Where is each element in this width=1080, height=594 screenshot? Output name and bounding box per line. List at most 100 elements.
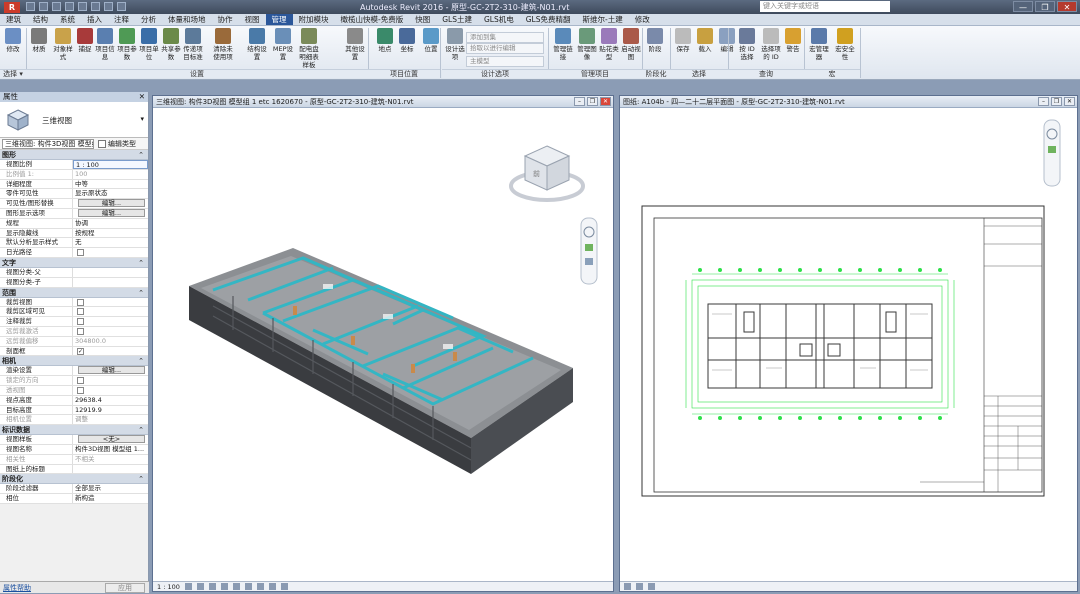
revit-app-icon[interactable]: R: [4, 2, 20, 13]
ribbon-button-19[interactable]: 管理图像: [576, 28, 598, 61]
prop-checkbox[interactable]: [77, 347, 84, 355]
ribbon-button-6[interactable]: 项目单位: [138, 28, 160, 61]
prop-value[interactable]: 12919.9: [73, 406, 148, 415]
minimize-button[interactable]: —: [1013, 1, 1033, 12]
ribbon-button-11[interactable]: MEP设置: [272, 28, 294, 61]
prop-edit-button[interactable]: <无>: [78, 435, 145, 444]
ribbon-button-7[interactable]: 共享参数: [160, 28, 182, 61]
prop-value[interactable]: 显示原状态: [73, 189, 148, 198]
prop-value[interactable]: [73, 347, 148, 356]
prop-checkbox[interactable]: [77, 298, 84, 306]
collapse-icon[interactable]: ⌃: [138, 288, 144, 298]
prop-value[interactable]: [73, 268, 148, 277]
prop-value[interactable]: 无: [73, 238, 148, 247]
ribbon-button-13[interactable]: 其他设置: [344, 28, 366, 61]
tab-3[interactable]: 插入: [81, 14, 108, 25]
prop-section-3[interactable]: 相机 ⌃: [0, 356, 148, 367]
ribbon-button-28[interactable]: 警告: [782, 28, 804, 53]
sheet-canvas[interactable]: [620, 108, 1077, 582]
prop-value[interactable]: [73, 307, 148, 316]
crop-icon[interactable]: [244, 583, 252, 590]
render-icon[interactable]: [232, 583, 240, 590]
view-scale[interactable]: 1 : 100: [157, 582, 180, 591]
prop-value[interactable]: 不相关: [73, 455, 148, 464]
visual-style-icon[interactable]: [624, 583, 631, 590]
prop-checkbox[interactable]: [77, 327, 84, 335]
collapse-icon[interactable]: ⌃: [138, 474, 144, 484]
prop-value[interactable]: 调整: [73, 415, 148, 424]
ribbon-button-20[interactable]: 贴花类型: [598, 28, 620, 61]
tab-7[interactable]: 协作: [212, 14, 239, 25]
minimize-view-button[interactable]: –: [574, 97, 585, 106]
ribbon-button-22[interactable]: 阶段: [644, 28, 666, 53]
close-view-button[interactable]: ✕: [600, 97, 611, 106]
text-icon[interactable]: [104, 2, 113, 11]
tab-4[interactable]: 注释: [108, 14, 135, 25]
ribbon-button-3[interactable]: 捕捉: [74, 28, 96, 53]
prop-section-4[interactable]: 标识数据 ⌃: [0, 425, 148, 436]
close-button[interactable]: ✕: [1057, 1, 1077, 12]
prop-value[interactable]: 29638.4: [73, 396, 148, 405]
prop-value[interactable]: [73, 465, 148, 474]
restore-sheet-button[interactable]: ❐: [1051, 97, 1062, 106]
restore-view-button[interactable]: ❐: [587, 97, 598, 106]
ribbon-button-8[interactable]: 传递项目标准: [182, 28, 204, 61]
viewcube[interactable]: 前: [509, 145, 585, 202]
prop-checkbox[interactable]: [77, 377, 84, 385]
design-option-control-1[interactable]: 拾取以进行编辑: [466, 43, 544, 54]
prop-value[interactable]: 中等: [73, 180, 148, 189]
prop-value[interactable]: 编辑...: [73, 199, 148, 208]
prop-value[interactable]: 新构造: [73, 494, 148, 503]
search-input[interactable]: 键入关键字或短语: [760, 1, 890, 12]
ribbon-button-5[interactable]: 项目参数: [116, 28, 138, 61]
shadows-icon[interactable]: [220, 583, 228, 590]
prop-edit-button[interactable]: 编辑...: [78, 366, 145, 375]
prop-checkbox[interactable]: [77, 318, 84, 326]
3d-view-window[interactable]: 三维视图: 构件3D视图 模型组 1 etc 1620670 - 原型-GC-2…: [152, 95, 614, 592]
prop-checkbox[interactable]: [77, 308, 84, 316]
ribbon-button-17[interactable]: 设计选项: [444, 28, 466, 61]
prop-value[interactable]: 全部显示: [73, 484, 148, 493]
prop-checkbox[interactable]: [77, 386, 84, 394]
prop-value[interactable]: <无>: [73, 435, 148, 444]
prop-value[interactable]: [73, 298, 148, 307]
prop-value[interactable]: [73, 376, 148, 385]
detail-level-icon[interactable]: [184, 583, 192, 590]
collapse-icon[interactable]: ⌃: [138, 425, 144, 435]
prop-value[interactable]: [73, 248, 148, 257]
ribbon-button-16[interactable]: 位置: [420, 28, 442, 53]
tab-12[interactable]: 快图: [409, 14, 436, 25]
ribbon-button-24[interactable]: 载入: [694, 28, 716, 53]
tab-1[interactable]: 结构: [27, 14, 54, 25]
3d-view-icon[interactable]: [117, 2, 126, 11]
close-sheet-button[interactable]: ✕: [1064, 97, 1075, 106]
navigation-bar[interactable]: [580, 217, 598, 285]
temp-hide-icon[interactable]: [268, 583, 276, 590]
lock-view-icon[interactable]: [256, 583, 264, 590]
ribbon-button-14[interactable]: 地点: [374, 28, 396, 53]
ribbon-button-10[interactable]: 结构设置: [246, 28, 268, 61]
tab-16[interactable]: 斯维尔-土建: [577, 14, 629, 25]
shadows-icon[interactable]: [636, 583, 643, 590]
prop-value[interactable]: [73, 386, 148, 395]
prop-section-2[interactable]: 范围 ⌃: [0, 287, 148, 298]
building-3d-model[interactable]: [189, 248, 573, 474]
tab-6[interactable]: 体量和场地: [162, 14, 212, 25]
chevron-down-icon[interactable]: ▾: [140, 115, 144, 123]
properties-help-link[interactable]: 属性帮助: [0, 584, 31, 592]
prop-edit-button[interactable]: 编辑...: [78, 199, 145, 208]
design-option-control-2[interactable]: 主模型: [466, 56, 544, 67]
tab-15[interactable]: GLS免费精翻: [520, 14, 577, 25]
prop-section-1[interactable]: 文字 ⌃: [0, 257, 148, 268]
tab-11[interactable]: 橄榄山快模-免费版: [335, 14, 410, 25]
view-instance-dropdown[interactable]: 三维视图: 构件3D视图 模型组 1: [2, 138, 94, 149]
collapse-icon[interactable]: ⌃: [138, 356, 144, 366]
prop-value[interactable]: [73, 327, 148, 336]
redo-icon[interactable]: [65, 2, 74, 11]
ribbon-button-1[interactable]: 材质: [28, 28, 50, 53]
minimize-sheet-button[interactable]: –: [1038, 97, 1049, 106]
visual-style-icon[interactable]: [196, 583, 204, 590]
ribbon-button-29[interactable]: 宏管理器: [808, 28, 830, 61]
navigation-bar[interactable]: [1043, 119, 1061, 187]
ribbon-button-12[interactable]: 配电盘明细表样板: [298, 28, 320, 69]
